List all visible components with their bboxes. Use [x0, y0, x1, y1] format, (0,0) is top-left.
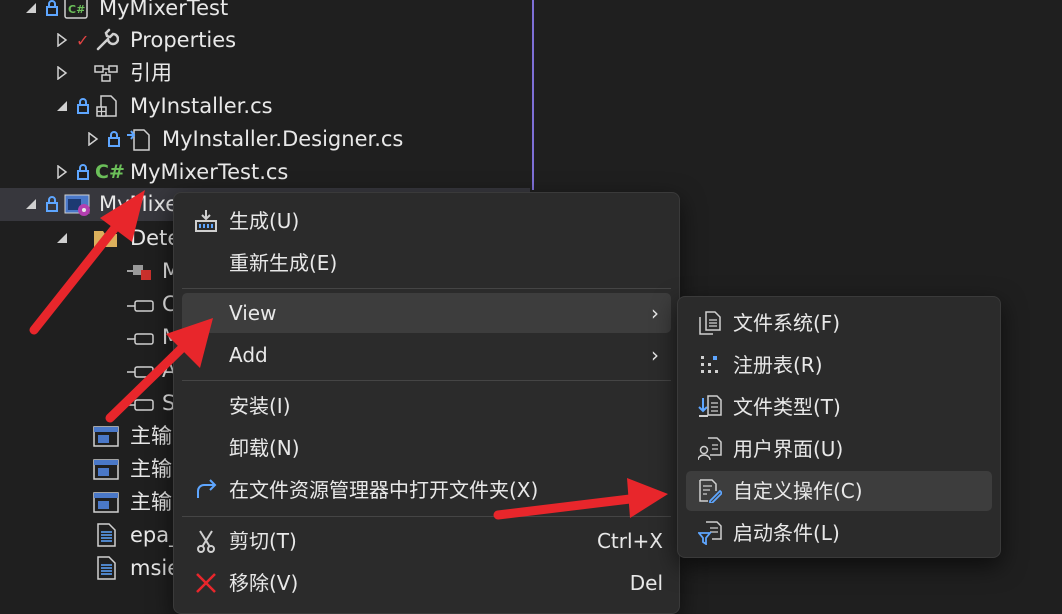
submenu-item-label: 用户界面(U)	[733, 437, 844, 461]
lock-icon	[77, 156, 91, 189]
tree-row-references[interactable]: 引用	[0, 57, 530, 90]
tree-item-label: MyInstaller.cs	[130, 94, 273, 118]
custom-actions-icon	[699, 479, 722, 503]
submenu-item-label: 自定义操作(C)	[733, 479, 863, 503]
chevron-right-icon: ›	[651, 343, 659, 367]
menu-item-label: 移除(V)	[229, 571, 299, 595]
tree-item-label: MyMixerTest	[99, 0, 229, 20]
folder-icon	[93, 222, 117, 255]
file-system-icon	[699, 311, 721, 335]
context-menu: 生成(U) 重新生成(E) View › Add › 安装(I) 卸载(N) 在…	[173, 192, 680, 614]
csharp-file-icon: C#	[95, 161, 125, 183]
build-icon	[195, 210, 217, 232]
menu-item-cut[interactable]: 剪切(T) Ctrl+X	[182, 521, 671, 561]
expand-arrow-icon[interactable]	[55, 156, 71, 189]
file-icon	[95, 552, 119, 585]
menu-separator	[182, 516, 671, 517]
view-submenu: 文件系统(F) 注册表(R) 文件类型(T) 用户界面(U) 自定义操作(C) …	[677, 296, 1001, 558]
tree-row-project-mymixertest[interactable]: C# MyMixerTest	[0, 0, 530, 25]
collapse-arrow-icon[interactable]	[55, 222, 71, 255]
assembly-icon	[125, 354, 154, 387]
output-icon	[93, 486, 119, 519]
output-icon	[93, 420, 119, 453]
menu-item-label: 安装(I)	[229, 394, 291, 418]
shortcut-label: Ctrl+X	[596, 529, 663, 553]
chevron-right-icon: ›	[651, 301, 659, 325]
open-folder-arrow-icon	[197, 479, 217, 498]
submenu-item-file-system[interactable]: 文件系统(F)	[686, 303, 992, 343]
merge-module-icon	[125, 255, 151, 288]
assembly-icon	[125, 288, 154, 321]
tree-item-label: 主输	[130, 490, 172, 514]
tree-focus-border	[532, 0, 534, 190]
tree-item-label: MyMixe	[99, 192, 179, 216]
menu-item-uninstall[interactable]: 卸载(N)	[182, 428, 671, 468]
submenu-item-label: 注册表(R)	[733, 353, 823, 377]
menu-item-label: Add	[229, 343, 268, 367]
assembly-icon	[125, 387, 154, 420]
menu-item-remove[interactable]: 移除(V) Del	[182, 563, 671, 603]
user-interface-icon	[698, 437, 722, 461]
submenu-item-label: 文件系统(F)	[733, 311, 841, 335]
menu-item-add[interactable]: Add ›	[182, 335, 671, 375]
tree-row-myinstaller-cs[interactable]: MyInstaller.cs	[0, 90, 530, 123]
expand-arrow-icon[interactable]	[86, 123, 102, 156]
lock-icon	[46, 0, 60, 25]
tree-item-label: MyInstaller.Designer.cs	[162, 127, 404, 151]
expand-arrow-icon[interactable]	[55, 24, 71, 57]
expand-arrow-icon[interactable]	[55, 57, 71, 90]
tree-item-label: 主输	[130, 457, 172, 481]
lock-icon	[77, 90, 91, 123]
menu-separator	[182, 380, 671, 381]
submenu-item-label: 文件类型(T)	[733, 395, 841, 419]
tree-row-mymixertest-cs[interactable]: C# MyMixerTest.cs	[0, 156, 530, 189]
registry-icon	[701, 356, 718, 373]
submenu-item-launch-conditions[interactable]: 启动条件(L)	[686, 513, 992, 553]
menu-item-label: 重新生成(E)	[229, 251, 338, 275]
submenu-item-custom-actions[interactable]: 自定义操作(C)	[686, 471, 992, 511]
menu-item-label: 卸载(N)	[229, 436, 300, 460]
menu-item-build[interactable]: 生成(U)	[182, 201, 671, 241]
collapse-arrow-icon[interactable]	[55, 90, 71, 123]
collapse-arrow-icon[interactable]	[24, 0, 40, 25]
setup-project-icon	[64, 188, 90, 221]
submenu-item-user-interface[interactable]: 用户界面(U)	[686, 429, 992, 469]
references-icon	[93, 57, 118, 90]
menu-separator	[182, 288, 671, 289]
submenu-item-registry[interactable]: 注册表(R)	[686, 345, 992, 385]
menu-item-label: View	[229, 301, 277, 325]
menu-item-view[interactable]: View ›	[182, 293, 671, 333]
tree-item-label: Properties	[130, 28, 237, 52]
component-file-icon	[95, 90, 119, 123]
lock-icon	[108, 123, 122, 156]
shortcut-label: Del	[629, 571, 663, 595]
menu-item-install[interactable]: 安装(I)	[182, 386, 671, 426]
submenu-item-label: 启动条件(L)	[733, 521, 840, 545]
output-icon	[93, 453, 119, 486]
tree-item-label: MyMixerTest.cs	[130, 160, 289, 184]
svg-text:C#: C#	[68, 3, 85, 16]
menu-item-rebuild[interactable]: 重新生成(E)	[182, 243, 671, 283]
menu-item-label: 生成(U)	[229, 209, 300, 233]
launch-conditions-icon	[698, 521, 722, 545]
csharp-project-icon: C#	[64, 0, 88, 25]
assembly-icon	[125, 321, 154, 354]
tree-item-label: 引用	[130, 61, 172, 85]
designer-file-icon	[126, 123, 150, 156]
submenu-item-file-types[interactable]: 文件类型(T)	[686, 387, 992, 427]
tree-row-properties[interactable]: ✓ Properties	[0, 24, 530, 57]
tree-item-label: 主输	[130, 424, 172, 448]
checkmark-icon: ✓	[76, 31, 90, 50]
collapse-arrow-icon[interactable]	[24, 188, 40, 221]
lock-icon	[46, 188, 60, 221]
menu-item-label: 剪切(T)	[229, 529, 297, 553]
file-types-icon	[698, 395, 722, 417]
wrench-icon	[95, 24, 119, 57]
remove-x-icon	[196, 573, 216, 593]
menu-item-label: 在文件资源管理器中打开文件夹(X)	[229, 478, 539, 502]
menu-item-open-in-explorer[interactable]: 在文件资源管理器中打开文件夹(X)	[182, 470, 671, 510]
tree-row-myinstaller-designer-cs[interactable]: MyInstaller.Designer.cs	[0, 123, 530, 156]
scissors-icon	[197, 530, 215, 553]
file-icon	[95, 519, 119, 552]
